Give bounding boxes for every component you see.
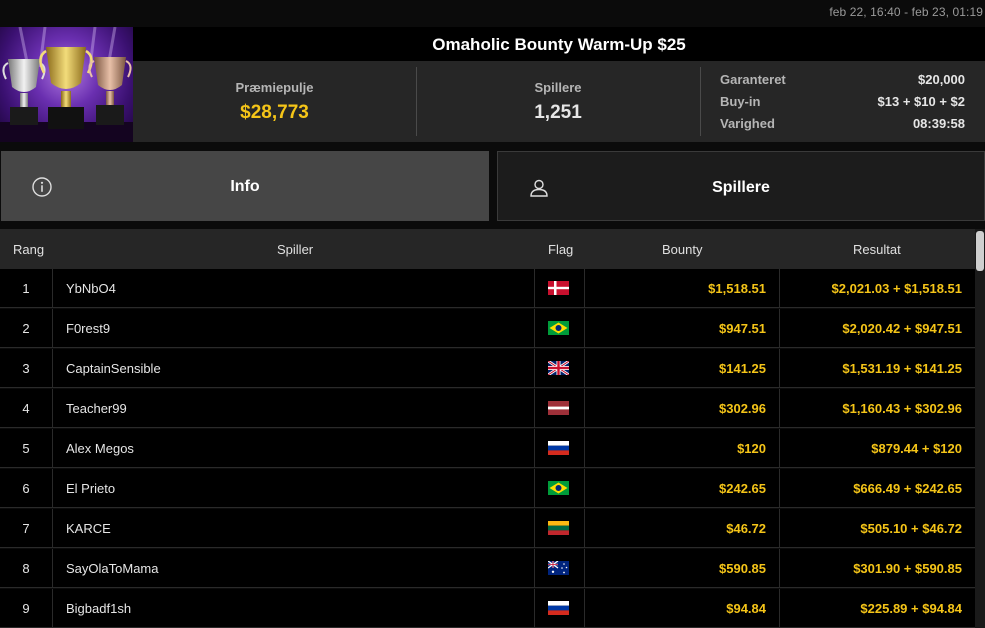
table-row[interactable]: 2 F0rest9 $947.51 $2,020.42 + $947.51: [0, 309, 975, 348]
australia-flag-icon: [548, 561, 569, 575]
result-cell: $1,531.19 + $141.25: [842, 361, 962, 376]
player-name-cell: KARCE: [53, 509, 535, 548]
rank-cell: 2: [0, 309, 53, 348]
flag-cell: [535, 269, 585, 308]
player-name-cell: F0rest9: [53, 309, 535, 348]
table-row[interactable]: 1 YbNbO4 $1,518.51 $2,021.03 + $1,518.51: [0, 269, 975, 308]
flag-cell: [535, 429, 585, 468]
guaranteed-row: Garanteret $20,000: [720, 72, 965, 90]
denmark-flag-icon: [548, 281, 569, 295]
player-name-cell: SayOlaToMama: [53, 549, 535, 588]
flag-cell: [535, 309, 585, 348]
players-label: Spillere: [534, 80, 582, 95]
rank-cell: 6: [0, 469, 53, 508]
bounty-cell: $46.72: [585, 509, 780, 548]
table-row[interactable]: 9 Bigbadf1sh $94.84 $225.89 + $94.84: [0, 589, 975, 628]
header-rank[interactable]: Rang: [13, 242, 44, 257]
brazil-flag-icon: [548, 321, 569, 335]
rank-cell: 4: [0, 389, 53, 428]
result-cell: $879.44 + $120: [871, 441, 962, 456]
rank-cell: 7: [0, 509, 53, 548]
united-kingdom-flag-icon: [548, 361, 569, 375]
flag-cell: [535, 589, 585, 628]
tournament-lobby: feb 22, 16:40 - feb 23, 01:19 Omaholic B…: [0, 0, 985, 628]
buyin-row: Buy-in $13 + $10 + $2: [720, 94, 965, 112]
player-name-cell: Teacher99: [53, 389, 535, 428]
stats-panel: Præmiepulje $28,773 Spillere 1,251 Garan…: [133, 61, 985, 142]
details-stat: Garanteret $20,000 Buy-in $13 + $10 + $2…: [700, 61, 985, 142]
prize-pool-value: $28,773: [240, 102, 309, 123]
tournament-trophy-image: [0, 27, 133, 142]
bounty-cell: $947.51: [585, 309, 780, 348]
bounty-cell: $94.84: [585, 589, 780, 628]
tab-info-label: Info: [230, 178, 260, 195]
buyin-label: Buy-in: [720, 94, 761, 109]
guaranteed-label: Garanteret: [720, 72, 786, 87]
bounty-cell: $302.96: [585, 389, 780, 428]
flag-cell: [535, 349, 585, 388]
players-stat: Spillere 1,251: [416, 61, 700, 142]
header-result[interactable]: Resultat: [853, 242, 901, 257]
lithuania-flag-icon: [548, 521, 569, 535]
latvia-flag-icon: [548, 401, 569, 415]
header-bounty[interactable]: Bounty: [662, 242, 702, 257]
table-row[interactable]: 5 Alex Megos $120 $879.44 + $120: [0, 429, 975, 468]
duration-label: Varighed: [720, 116, 775, 131]
bounty-cell: $120: [585, 429, 780, 468]
header-flag[interactable]: Flag: [548, 242, 573, 257]
result-cell: $505.10 + $46.72: [860, 521, 962, 536]
rank-cell: 9: [0, 589, 53, 628]
table-header: Rang Spiller Flag Bounty Resultat: [0, 229, 975, 269]
rank-cell: 5: [0, 429, 53, 468]
table-row[interactable]: 4 Teacher99 $302.96 $1,160.43 + $302.96: [0, 389, 975, 428]
rank-cell: 1: [0, 269, 53, 308]
date-range: feb 22, 16:40 - feb 23, 01:19: [829, 5, 983, 19]
flag-cell: [535, 469, 585, 508]
player-name-cell: Alex Megos: [53, 429, 535, 468]
table-row[interactable]: 7 KARCE $46.72 $505.10 + $46.72: [0, 509, 975, 548]
russia-flag-icon: [548, 601, 569, 615]
players-value: 1,251: [534, 102, 582, 123]
buyin-value: $13 + $10 + $2: [877, 94, 965, 109]
flag-cell: [535, 509, 585, 548]
brazil-flag-icon: [548, 481, 569, 495]
table-row[interactable]: 8 SayOlaToMama $590.85 $301.90 + $590.85: [0, 549, 975, 588]
player-name-cell: El Prieto: [53, 469, 535, 508]
results-table: Rang Spiller Flag Bounty Resultat 1 YbNbO…: [0, 229, 975, 628]
duration-row: Varighed 08:39:58: [720, 116, 965, 134]
result-cell: $666.49 + $242.65: [853, 481, 962, 496]
flag-cell: [535, 549, 585, 588]
tab-players[interactable]: Spillere: [497, 151, 985, 221]
bounty-cell: $590.85: [585, 549, 780, 588]
russia-flag-icon: [548, 441, 569, 455]
prize-pool-stat: Præmiepulje $28,773: [133, 61, 416, 142]
prize-pool-label: Præmiepulje: [235, 80, 314, 95]
table-scrollbar[interactable]: [975, 229, 985, 628]
guaranteed-value: $20,000: [918, 72, 965, 87]
tournament-title: Omaholic Bounty Warm-Up $25: [432, 35, 686, 54]
player-name-cell: Bigbadf1sh: [53, 589, 535, 628]
rank-cell: 8: [0, 549, 53, 588]
rank-cell: 3: [0, 349, 53, 388]
flag-cell: [535, 389, 585, 428]
result-cell: $1,160.43 + $302.96: [842, 401, 962, 416]
top-bar: feb 22, 16:40 - feb 23, 01:19: [0, 0, 985, 27]
table-row[interactable]: 3 CaptainSensible $141.25 $1,531.19 + $141.…: [0, 349, 975, 388]
result-cell: $2,020.42 + $947.51: [842, 321, 962, 336]
title-bar: Omaholic Bounty Warm-Up $25: [133, 27, 985, 61]
player-name-cell: CaptainSensible: [53, 349, 535, 388]
bounty-cell: $242.65: [585, 469, 780, 508]
table-row[interactable]: 6 El Prieto $242.65 $666.49 + $242.65: [0, 469, 975, 508]
tab-info[interactable]: Info: [1, 151, 489, 221]
bounty-cell: $141.25: [585, 349, 780, 388]
scrollbar-thumb[interactable]: [976, 231, 984, 271]
result-cell: $2,021.03 + $1,518.51: [831, 281, 962, 296]
header-player[interactable]: Spiller: [277, 242, 313, 257]
result-cell: $225.89 + $94.84: [860, 601, 962, 616]
result-cell: $301.90 + $590.85: [853, 561, 962, 576]
tab-players-label: Spillere: [712, 179, 770, 196]
bounty-cell: $1,518.51: [585, 269, 780, 308]
player-name-cell: YbNbO4: [53, 269, 535, 308]
duration-value: 08:39:58: [912, 116, 965, 131]
